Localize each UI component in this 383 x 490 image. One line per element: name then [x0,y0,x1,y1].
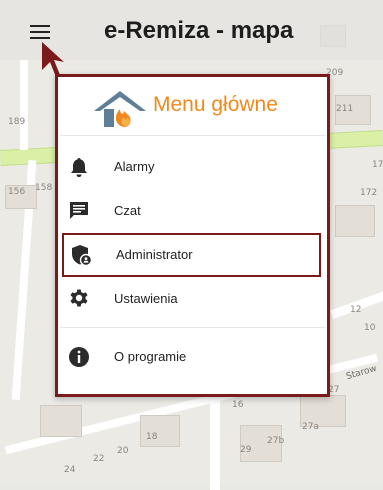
menu-item-ustawienia[interactable]: Ustawienia [60,277,325,321]
map-label: 20 [117,446,129,456]
map-label: 27a [302,422,319,432]
map-label: 10 [364,323,376,333]
map-label: 12 [350,305,362,315]
chat-icon [70,202,88,219]
map-label: 24 [64,465,76,475]
menu-item-label: O programie [114,349,187,364]
admin-shield-icon [72,245,92,266]
app-title: e-Remiza - mapa [104,17,294,44]
map-building [40,405,82,437]
map-label: 22 [93,454,105,464]
map-label: 16 [232,400,244,410]
menu-item-czat[interactable]: Czat [60,189,325,233]
map-label: 18 [146,432,158,442]
map-label: 189 [8,117,26,127]
gear-icon [70,289,88,307]
map-building [335,205,375,237]
menu-item-label: Alarmy [114,159,155,174]
menu-item-label: Ustawienia [114,291,178,306]
map-label: 172 [360,188,378,198]
map-label: 158 [35,183,53,193]
map-label: 27b [267,436,285,446]
menu-item-administrator[interactable]: Administrator [62,233,321,277]
menu-item-label: Czat [114,203,141,218]
map-label: 29 [240,445,252,455]
hamburger-menu-icon[interactable] [30,25,50,39]
menu-title: Menu główne [153,93,278,116]
map-label: 17 [372,160,383,170]
road [20,60,28,150]
road [210,395,220,490]
menu-item-alarmy[interactable]: Alarmy [60,145,325,189]
menu-divider [60,327,325,328]
navigation-drawer: Menu główne Alarmy Czat Administrator Us… [60,79,325,392]
map-label: 156 [8,187,26,197]
menu-item-label: Administrator [116,247,193,262]
menu-item-o-programie[interactable]: O programie [60,335,325,379]
menu-header: Menu główne [60,79,325,136]
map-building [140,415,180,447]
info-icon [69,347,89,367]
bell-icon [71,158,87,177]
map-label: 211 [336,104,354,114]
e-remiza-logo-icon [94,91,146,127]
